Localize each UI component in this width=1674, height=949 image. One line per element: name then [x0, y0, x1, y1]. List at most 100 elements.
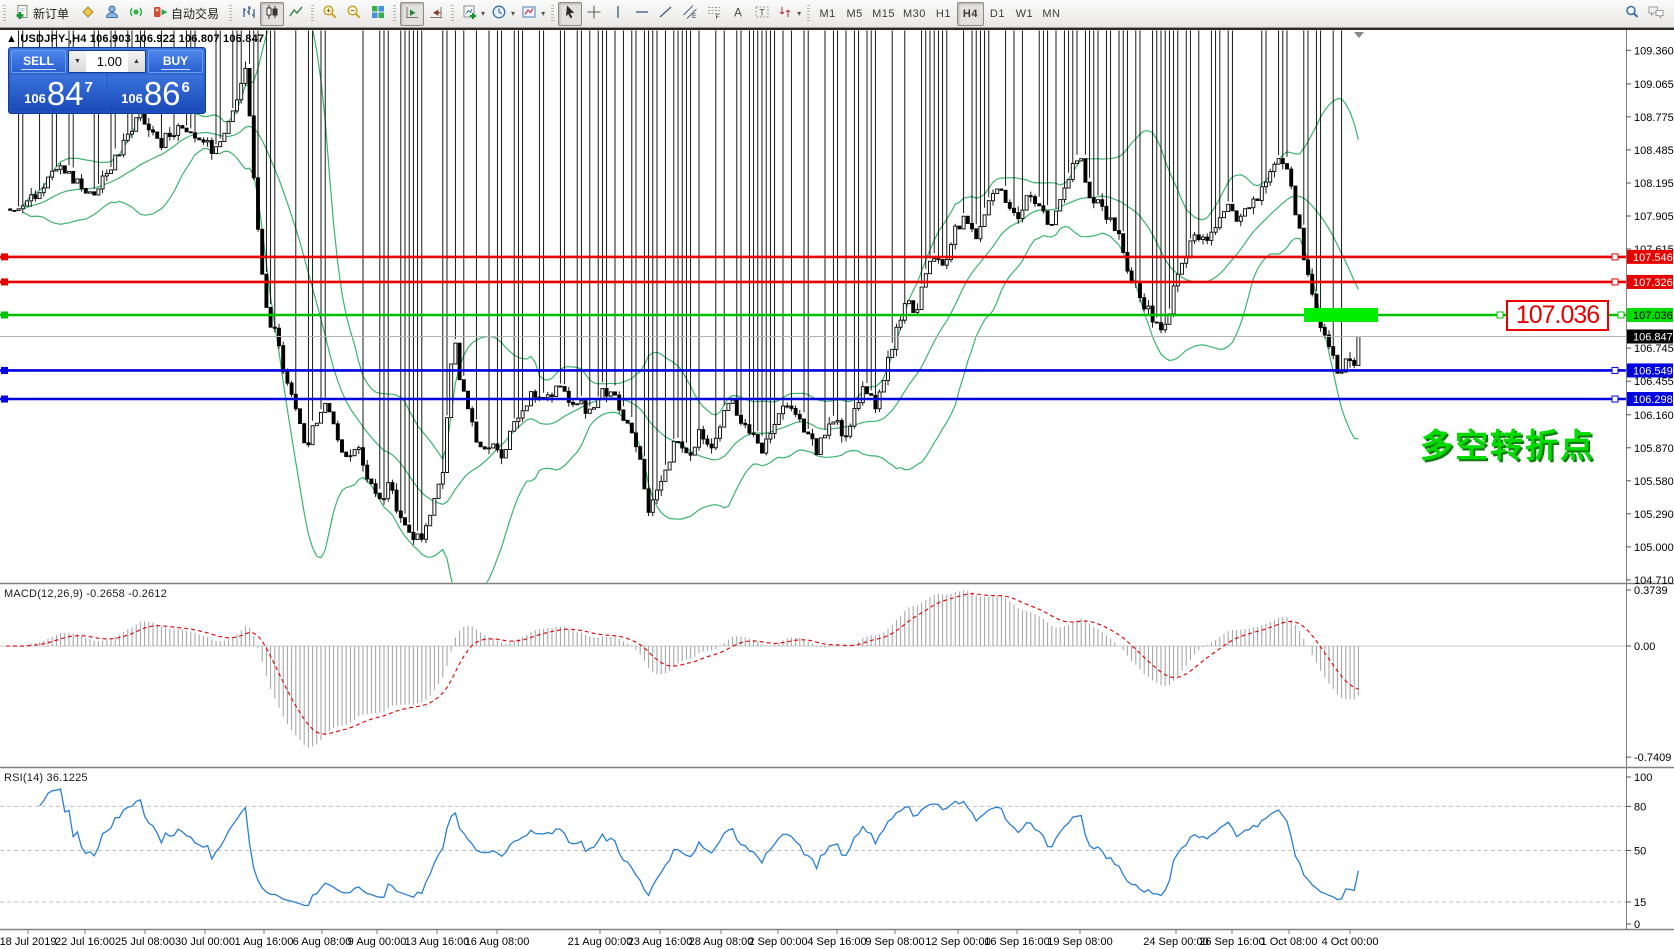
auto-scroll-icon [404, 4, 420, 23]
buy-price-display[interactable]: 106866 [108, 75, 203, 111]
rsi-axis[interactable]: 1008050150 [1626, 772, 1652, 931]
candlestick-icon [264, 4, 280, 23]
annotation-text[interactable]: 多空转折点 [1420, 419, 1595, 467]
price-axis[interactable]: 109.360109.065108.775108.485108.195107.9… [1626, 45, 1674, 587]
toolbar-group-zoom [308, 1, 390, 27]
macd-indicator-label: MACD(12,26,9) -0.2658 -0.2612 [4, 588, 167, 600]
timeframe-mn-button[interactable]: MN [1038, 2, 1065, 26]
line-chart-button[interactable] [284, 2, 308, 26]
chat-button[interactable] [1644, 2, 1668, 26]
volume-decrease-button[interactable]: ▼ [69, 51, 86, 72]
svg-text:F: F [716, 14, 720, 20]
channel-button[interactable]: E [678, 2, 702, 26]
time-axis-label: 6 Aug 08:00 [293, 936, 352, 948]
auto-scroll-button[interactable] [400, 2, 424, 26]
chart-shift-button[interactable] [424, 2, 448, 26]
crosshair-button[interactable] [582, 2, 606, 26]
text-label-button[interactable]: T [750, 2, 774, 26]
timeframe-m5-button[interactable]: M5 [841, 2, 868, 26]
text-icon: A [730, 4, 746, 23]
price-tag-107.036: 107.036 [1627, 308, 1673, 322]
timeframe-m1-button[interactable]: M1 [814, 2, 841, 26]
sell-label: SELL [21, 54, 56, 70]
price-axis-tick-label: 105.290 [1634, 509, 1674, 521]
sell-price-figure: 106 [24, 91, 46, 106]
sell-price-display[interactable]: 106847 [11, 75, 106, 111]
time-axis-label: 25 Jul 08:00 [115, 936, 175, 948]
price-axis-tick-label: 108.195 [1634, 178, 1674, 190]
line-handle[interactable] [1612, 254, 1618, 260]
candlestick-chart-button[interactable] [260, 2, 284, 26]
timeframe-m15-button[interactable]: M15 [868, 2, 899, 26]
line-left-handle[interactable] [1, 253, 8, 260]
line-left-handle[interactable] [1, 367, 8, 374]
rsi-indicator [0, 789, 1626, 906]
line-handle[interactable] [1618, 312, 1624, 318]
signals-button[interactable] [124, 2, 148, 26]
new-order-icon [14, 4, 30, 23]
zoom-in-button[interactable] [318, 2, 342, 26]
buy-price-point: 6 [182, 79, 190, 96]
macd-indicator [0, 590, 1626, 747]
dropdown-arrow-icon: ▾ [481, 9, 485, 18]
horizontal-line-button[interactable] [630, 2, 654, 26]
cursor-button[interactable] [558, 2, 582, 26]
chart-plot-area[interactable] [0, 30, 1626, 583]
tile-windows-button[interactable] [366, 2, 390, 26]
toolbar-grip [3, 5, 6, 23]
new-chart-button[interactable]: ▾ [458, 2, 488, 26]
timeframe-h1-button[interactable]: H1 [930, 2, 957, 26]
community-button[interactable] [100, 2, 124, 26]
chart-window-top-border [0, 28, 1674, 30]
timeframe-w1-button[interactable]: W1 [1011, 2, 1038, 26]
time-axis-label: 1 Aug 16:00 [235, 936, 294, 948]
price-callout-label[interactable]: 107.036 [1506, 300, 1609, 331]
svg-text:107.036: 107.036 [1633, 310, 1673, 322]
macd-signal-line [6, 594, 1358, 734]
time-axis-label: 4 Sep 16:00 [807, 936, 866, 948]
autotrading-button[interactable]: 自动交易 [148, 2, 226, 26]
indicators-button[interactable]: ▾ [518, 2, 548, 26]
search-button[interactable] [1620, 2, 1644, 26]
timeframe-h4-button[interactable]: H4 [957, 2, 984, 26]
price-axis-tick-label: 108.485 [1634, 145, 1674, 157]
buy-label: BUY [161, 54, 190, 70]
line-handle[interactable] [1497, 312, 1503, 318]
time-axis[interactable]: 18 Jul 201922 Jul 16:0025 Jul 08:0030 Ju… [0, 930, 1378, 948]
zoom-out-button[interactable] [342, 2, 366, 26]
new-order-label: 新订单 [33, 5, 69, 22]
new-order-button[interactable]: 新订单 [10, 2, 76, 26]
toolbar-grip [311, 5, 314, 23]
svg-text:107.546: 107.546 [1633, 252, 1673, 264]
period-clock-button[interactable]: ▾ [488, 2, 518, 26]
sell-button[interactable]: SELL [11, 50, 66, 73]
trendline-button[interactable] [654, 2, 678, 26]
volume-input[interactable]: 1.00 [86, 51, 128, 72]
line-handle[interactable] [1612, 367, 1618, 373]
buy-button[interactable]: BUY [148, 50, 203, 73]
text-button[interactable]: A [726, 2, 750, 26]
highlight-rectangle[interactable] [1304, 308, 1378, 322]
line-left-handle[interactable] [1, 278, 8, 285]
volume-increase-button[interactable]: ▲ [128, 51, 145, 72]
line-handle[interactable] [1612, 396, 1618, 402]
horizontal-line-icon [634, 4, 650, 23]
line-left-handle[interactable] [1, 311, 8, 318]
macd-axis[interactable]: 0.37390.00-0.7409 [1626, 585, 1671, 764]
fibonacci-button[interactable]: F [702, 2, 726, 26]
mql-editor-button[interactable] [76, 2, 100, 26]
price-axis-tick-label: 106.160 [1634, 410, 1674, 422]
vertical-line-button[interactable] [606, 2, 630, 26]
fibonacci-icon: F [706, 4, 722, 23]
toolbar-grip [393, 5, 396, 23]
line-left-handle[interactable] [1, 396, 8, 403]
mql-editor-icon [80, 4, 96, 23]
timeframe-d1-button[interactable]: D1 [984, 2, 1011, 26]
bar-chart-button[interactable] [236, 2, 260, 26]
arrows-button[interactable]: ▾ [774, 2, 804, 26]
line-handle[interactable] [1612, 279, 1618, 285]
trendline-icon [658, 4, 674, 23]
timeframe-m30-button[interactable]: M30 [899, 2, 930, 26]
tile-windows-icon [370, 4, 386, 23]
search-icon [1624, 4, 1640, 23]
